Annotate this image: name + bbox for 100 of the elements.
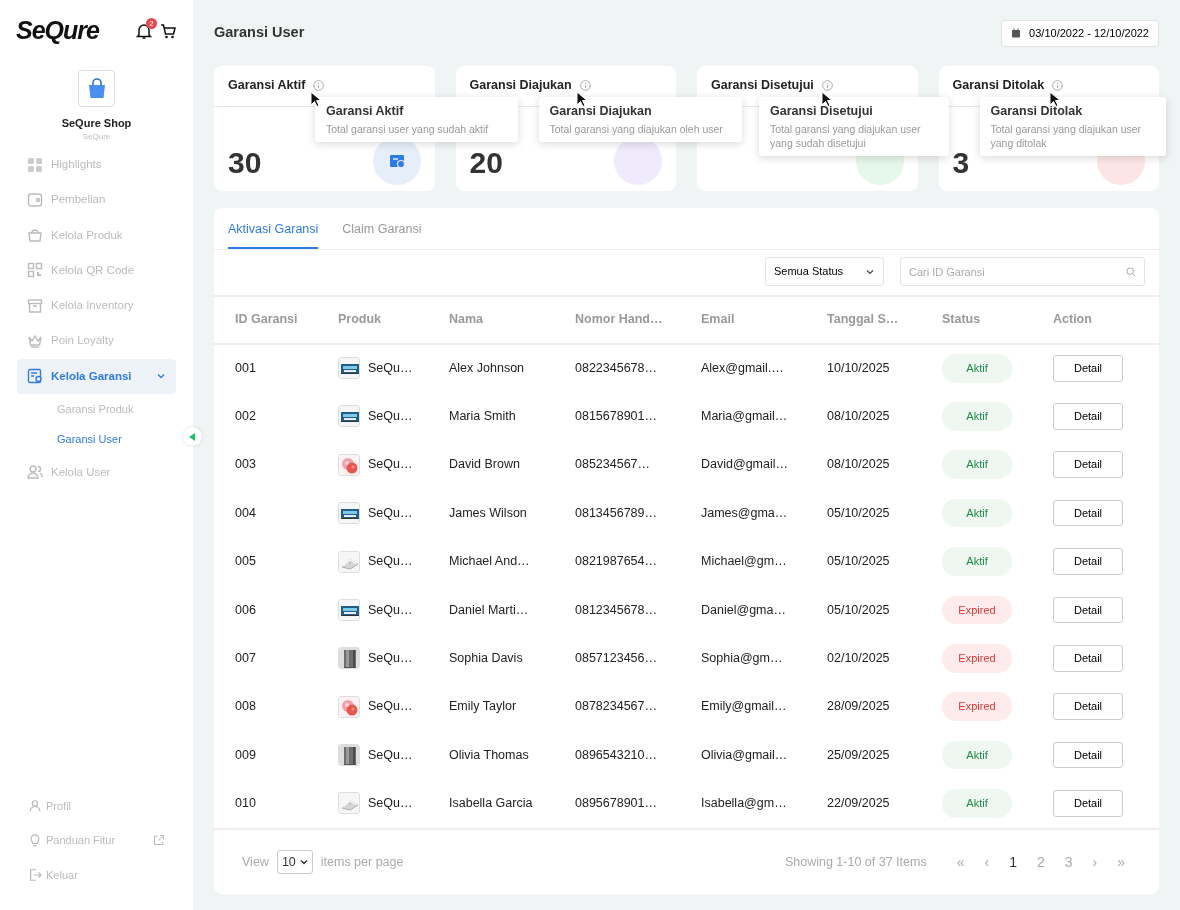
column-header: Action [1053,312,1092,327]
first-page-button[interactable]: « [950,851,971,873]
bell-icon[interactable] [136,22,152,39]
detail-button[interactable]: Detail [1053,499,1123,527]
status-badge: Aktif [942,547,1012,576]
sidebar-item[interactable]: Kelola QR Code [17,252,176,288]
table-cell: 25/09/2025 [827,747,890,762]
status-badge: Aktif [942,740,1012,770]
table-cell: Maria Smith [449,408,516,423]
info-icon[interactable] [313,80,325,91]
table-cell: 0822345678… [575,361,658,376]
detail-button[interactable]: Detail [1053,790,1123,817]
table-cell-text: SeQu… [368,456,413,474]
next-page-button[interactable]: › [1086,851,1104,873]
sidebar-item[interactable]: Pembelian [17,182,176,218]
page-button[interactable]: 2 [1030,851,1051,873]
detail-button[interactable]: Detail [1053,741,1123,769]
logo: SeQure [16,15,99,46]
tooltip-text: Total garansi yang diajukan user yang ditolak [990,123,1143,151]
table-cell: 003 [235,457,256,472]
table-cell: 002 [235,408,256,423]
tab[interactable]: Aktivasi Garansi [228,207,319,250]
tab[interactable]: Claim Garansi [342,207,422,250]
collapse-handle[interactable] [183,427,202,446]
calendar-icon [1011,28,1022,39]
table-cell: Maria@gmail… [701,408,788,423]
table-cell-text: SeQu… [368,795,413,813]
last-page-button[interactable]: » [1111,851,1131,873]
table-cell: 001 [235,361,256,376]
sidebar-item[interactable]: Kelola User [17,454,176,490]
sidebar-item[interactable]: Profil [0,788,193,823]
previous-page-button[interactable]: ‹ [978,851,996,873]
tooltip-title: Garansi Disetujui [770,102,874,120]
stat-title: Garansi Disetujui [711,77,814,95]
info-icon[interactable] [1052,80,1064,91]
sidebar-item[interactable]: Keluar [0,857,193,892]
table-cell: 28/09/2025 [827,699,890,714]
chevron-down-icon [299,858,308,867]
tooltip-text: Total garansi user yang sudah aktif [326,123,490,137]
sidebar-item[interactable]: Kelola Garansi [17,358,176,394]
table-cell: Isabella Garcia [449,796,533,811]
notification-badge: 2 [146,17,157,29]
table-cell: 08/10/2025 [827,457,890,472]
search-icon [1126,266,1136,277]
table-cell: 05/10/2025 [827,554,890,569]
table-cell: Isabella@gm… [701,796,787,811]
certificate-icon [27,368,43,385]
cart-icon[interactable] [160,22,177,39]
table-cell: 08/10/2025 [827,408,890,423]
tooltip-text: Total garansi yang diajukan oleh user [549,123,724,137]
table-cell: 010 [235,796,256,811]
table-cell: Michael@gm… [701,554,787,569]
detail-button[interactable]: Detail [1053,693,1123,720]
table-cell-text: SeQu… [368,360,413,378]
detail-button[interactable]: Detail [1053,645,1123,672]
table-cell: Alex Johnson [449,361,525,376]
table-cell: Olivia Thomas [449,747,529,762]
sidebar-item[interactable]: Kelola Produk [17,217,176,253]
sidebar-item[interactable]: Panduan Fitur [0,823,193,858]
per-page-label: items per page [320,853,404,871]
table-cell: Sophia Davis [449,650,523,665]
shop-subtitle: SeQure [82,131,111,143]
status-dropdown[interactable]: Semua Status [765,257,884,286]
page-button[interactable]: 3 [1058,851,1079,873]
column-header: Email [701,312,735,327]
table-cell: 0812345678… [575,602,658,617]
detail-button[interactable]: Detail [1053,355,1123,382]
sidebar-item[interactable]: Highlights [17,147,176,183]
column-header: Produk [338,312,382,327]
status-badge: Aktif [942,789,1012,818]
detail-button[interactable]: Detail [1053,548,1123,575]
table-cell: Michael And… [449,554,530,569]
table-cell: David@gmail… [701,457,789,472]
table-cell: 085234567… [575,457,651,472]
detail-button[interactable]: Detail [1053,403,1123,430]
stat-value: 3 [952,144,970,181]
table-cell: David Brown [449,457,520,472]
table-cell: Olivia@gmail… [701,747,788,762]
date-range-picker[interactable]: 03/10/2022 - 12/10/2022 [1001,20,1159,47]
search-field[interactable]: Cari ID Garansi [900,257,1145,286]
table-cell: 0878234567… [575,699,658,714]
sidebar-item[interactable]: Kelola Inventory [17,288,176,324]
status-badge: Expired [942,692,1012,721]
detail-button[interactable]: Detail [1053,451,1123,478]
status-badge: Aktif [942,450,1012,479]
page-button[interactable]: 1 [1003,851,1023,873]
detail-button[interactable]: Detail [1053,596,1123,624]
crown-icon [27,332,43,349]
table-cell: 22/09/2025 [827,796,890,811]
sidebar-item[interactable]: Poin Loyalty [17,323,176,359]
page-size-dropdown[interactable]: 10 [276,849,313,875]
submenu-item[interactable]: Garansi Produk [57,393,134,425]
wallet-icon [27,191,43,208]
info-icon[interactable] [579,80,591,91]
submenu-item[interactable]: Garansi User [57,424,122,455]
table-cell-text: SeQu… [368,601,413,619]
column-header: Nama [449,312,484,327]
page-title: Garansi User [214,23,305,43]
info-icon[interactable] [821,80,833,91]
status-badge: Expired [942,595,1012,625]
